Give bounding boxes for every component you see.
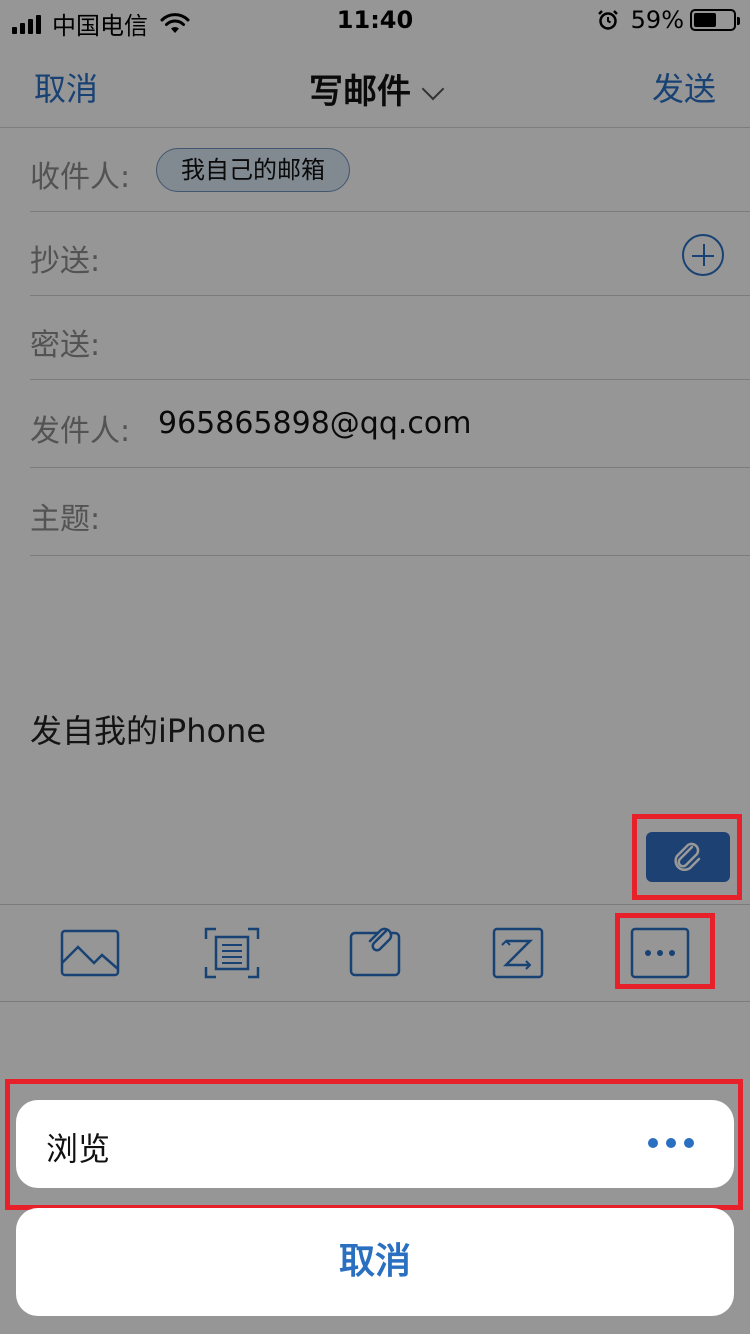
compose-screen: 中国电信 11:40 59% 取消 写邮件 发送 收件人: 我自己的邮箱 抄送:… (0, 0, 750, 1334)
sheet-cancel-button[interactable]: 取消 (16, 1208, 734, 1316)
highlight-browse-option (5, 1079, 743, 1210)
highlight-attachment-button (632, 814, 742, 900)
highlight-more-tool (615, 913, 715, 989)
